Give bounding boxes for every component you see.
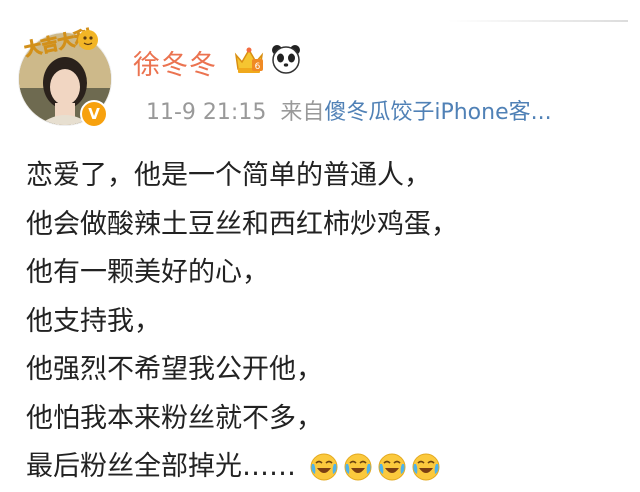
post-last-line: 最后粉丝全部掉光…… [26,443,458,492]
verified-badge: V [80,100,108,128]
top-divider [448,20,628,22]
post-line: 恋爱了，他是一个简单的普通人， [26,160,431,191]
username[interactable]: 徐冬冬 [133,43,217,82]
laugh-cry-emoji [378,453,406,481]
panda-icon [272,45,300,74]
laugh-cry-emoji [310,453,338,481]
laugh-cry-emoji [412,453,440,481]
from-label: 来自 [280,100,325,125]
svg-text:6: 6 [255,62,261,72]
post-time[interactable]: 11-9 21:15 [146,100,266,125]
post-line: 他有一颗美好的心， [26,257,269,288]
post-source-link[interactable]: 傻冬瓜饺子iPhone客... [324,100,551,125]
post-line: 他会做酸辣土豆丝和西红柿炒鸡蛋， [26,208,458,240]
avatar-sticker: 大吉大利 [22,25,98,61]
verified-v-icon: V [88,105,100,123]
post-body: 恋爱了，他是一个简单的普通人， 他会做酸辣土豆丝和西红柿炒鸡蛋， 他有一颗美好的… [26,152,458,492]
post-meta: 11-9 21:15 来自傻冬瓜饺子iPhone客... [146,94,552,125]
post-line: 他支持我， [26,305,161,337]
post-line: 他强烈不希望我公开他， [26,354,323,385]
laugh-cry-emoji [344,453,372,481]
post-line: 他怕我本来粉丝就不多， [26,402,323,434]
post-line: 最后粉丝全部掉光…… [26,451,296,482]
crown-icon: 6 [234,47,264,73]
